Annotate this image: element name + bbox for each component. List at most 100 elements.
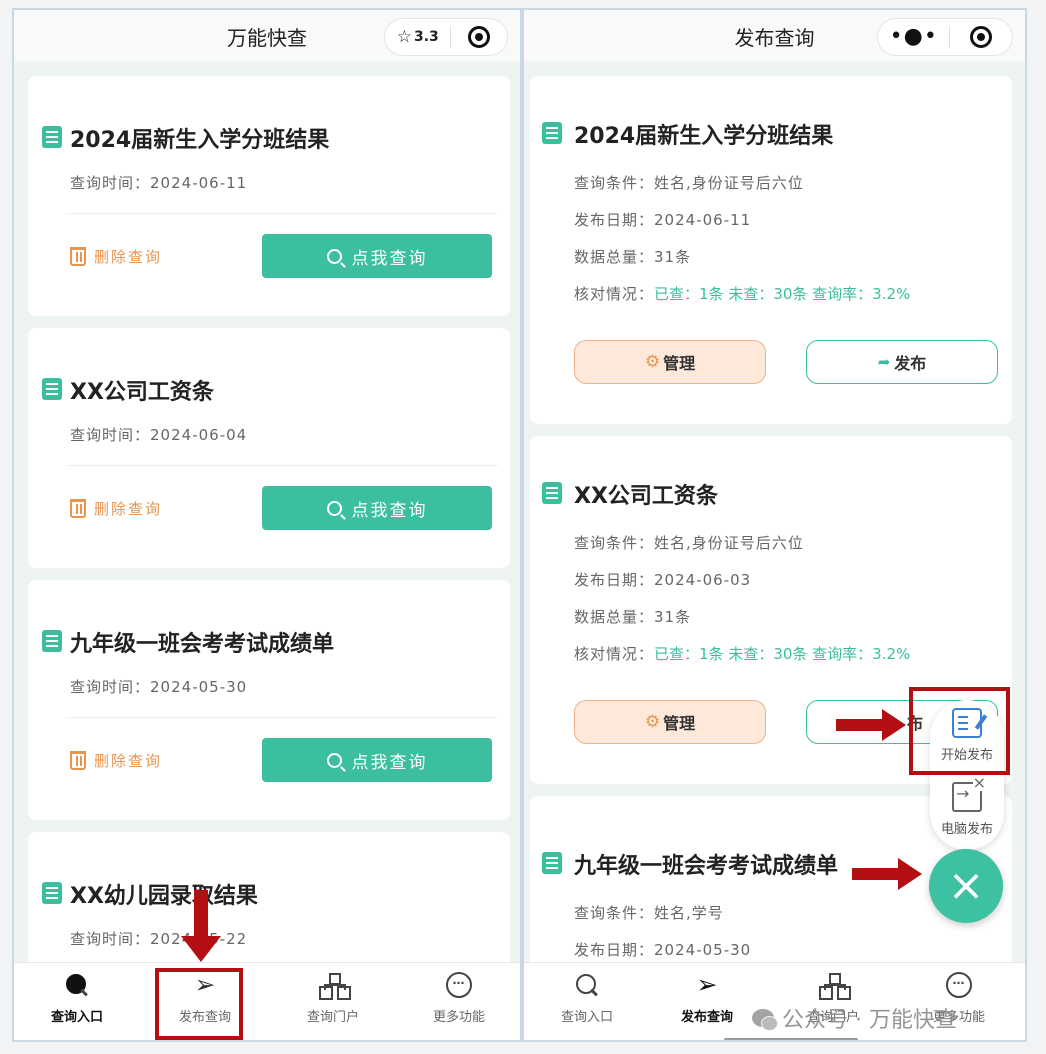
gear-icon: ⚙ bbox=[644, 352, 661, 372]
mini-program-capsule: •●• bbox=[877, 18, 1013, 56]
more-icon: ⋯ bbox=[946, 972, 972, 998]
left-navbar: 万能快查 ☆ 3.3 bbox=[14, 10, 520, 62]
more-options-button[interactable]: •●• bbox=[878, 19, 949, 55]
card-title: XX幼儿园录取结果 bbox=[70, 884, 258, 909]
document-icon bbox=[42, 378, 62, 400]
document-icon bbox=[42, 630, 62, 652]
close-mini-program-button[interactable] bbox=[950, 19, 1012, 55]
rating-value: 3.3 bbox=[413, 29, 439, 45]
query-card: 2024届新生入学分班结果 查询时间：2024-06-11 删除查询 点我查询 bbox=[28, 76, 510, 316]
arrow-shaft bbox=[194, 890, 208, 938]
meta-label: 数据总量： bbox=[574, 248, 655, 266]
tab-more-features[interactable]: ⋯ 更多功能 bbox=[396, 963, 520, 1033]
publish-date: 发布日期：2024-06-11 bbox=[574, 209, 751, 230]
query-time: 查询时间：2024-06-04 bbox=[70, 424, 247, 445]
meta-label: 数据总量： bbox=[574, 608, 655, 626]
delete-query-label: 删除查询 bbox=[94, 500, 163, 518]
meta-label: 查询条件： bbox=[574, 904, 655, 922]
star-icon: ☆ bbox=[396, 27, 412, 47]
tab-query-entry[interactable]: 查询入口 bbox=[14, 963, 140, 1033]
meta-label: 查询条件： bbox=[574, 174, 655, 192]
gear-icon: ⚙ bbox=[644, 712, 661, 732]
delete-query-button[interactable]: 删除查询 bbox=[70, 246, 162, 267]
more-icon: ⋯ bbox=[446, 972, 472, 998]
publish-button-label: 发布 bbox=[894, 354, 927, 373]
query-time: 查询时间：2024-06-11 bbox=[70, 172, 247, 193]
query-card: XX幼儿园录取结果 查询时间：2024-05-22 bbox=[28, 832, 510, 972]
right-navbar: 发布查询 •●• bbox=[524, 10, 1025, 62]
target-icon bbox=[970, 26, 993, 48]
org-icon bbox=[820, 972, 846, 998]
publish-button[interactable]: ➦ 发布 bbox=[806, 340, 998, 384]
manage-button[interactable]: ⚙ 管理 bbox=[574, 700, 766, 744]
delete-query-button[interactable]: 删除查询 bbox=[70, 498, 162, 519]
trash-icon bbox=[70, 751, 86, 770]
query-time: 查询时间：2024-05-30 bbox=[70, 676, 247, 697]
annotation-arrow-right bbox=[836, 709, 906, 741]
rating-button[interactable]: ☆ 3.3 bbox=[385, 19, 450, 55]
search-icon bbox=[326, 500, 342, 516]
query-button[interactable]: 点我查询 bbox=[262, 234, 492, 278]
watermark: 公众号 · 万能快查 bbox=[752, 1002, 957, 1034]
target-icon bbox=[468, 26, 491, 48]
share-icon: ➦ bbox=[877, 353, 891, 371]
query-card: XX公司工资条 查询时间：2024-06-04 删除查询 点我查询 bbox=[28, 328, 510, 568]
meta-label: 发布日期： bbox=[574, 211, 655, 229]
document-icon bbox=[42, 126, 62, 148]
meta-value: 姓名,身份证号后六位 bbox=[654, 174, 804, 192]
query-button[interactable]: 点我查询 bbox=[262, 486, 492, 530]
manage-button-label: 管理 bbox=[663, 714, 696, 733]
query-condition: 查询条件：姓名,学号 bbox=[574, 902, 724, 923]
check-status: 核对情况：已查：1条 未查：30条 查询率：3.2% bbox=[574, 643, 910, 664]
meta-value: 2024-05-30 bbox=[654, 941, 752, 959]
meta-label: 查询条件： bbox=[574, 534, 655, 552]
tab-bar: 查询入口 ➢ 发布查询 查询门户 ⋯ 更多功能 bbox=[14, 962, 520, 1040]
search-icon bbox=[574, 972, 600, 998]
published-query-card: 2024届新生入学分班结果 查询条件：姓名,身份证号后六位 发布日期：2024-… bbox=[530, 76, 1012, 424]
more-dots-icon: •●• bbox=[889, 24, 938, 49]
card-title: 2024届新生入学分班结果 bbox=[574, 124, 834, 149]
meta-label: 发布日期： bbox=[574, 941, 655, 959]
delete-query-button[interactable]: 删除查询 bbox=[70, 750, 162, 771]
meta-value: 姓名,身份证号后六位 bbox=[654, 534, 804, 552]
query-condition: 查询条件：姓名,身份证号后六位 bbox=[574, 532, 804, 553]
meta-label: 发布日期： bbox=[574, 571, 655, 589]
pc-publish-button[interactable]: 电脑发布 bbox=[930, 774, 1004, 842]
meta-value: 2024-06-11 bbox=[654, 211, 752, 229]
tab-label: 查询门户 bbox=[306, 1010, 359, 1025]
close-mini-program-button[interactable] bbox=[451, 19, 507, 55]
document-icon bbox=[42, 882, 62, 904]
tab-query-entry[interactable]: 查询入口 bbox=[524, 963, 650, 1033]
delete-query-label: 删除查询 bbox=[94, 248, 163, 266]
query-card: 九年级一班会考考试成绩单 查询时间：2024-05-30 删除查询 点我查询 bbox=[28, 580, 510, 820]
query-button[interactable]: 点我查询 bbox=[262, 738, 492, 782]
tab-query-portal[interactable]: 查询门户 bbox=[270, 963, 396, 1033]
fab-label: 电脑发布 bbox=[940, 821, 993, 837]
left-screen: 万能快查 ☆ 3.3 2024届新生入学分班结果 查询时间：2024-06-11… bbox=[12, 8, 522, 1042]
home-indicator bbox=[724, 1038, 858, 1040]
annotation-box-start-publish bbox=[909, 687, 1010, 775]
meta-label: 核对情况： bbox=[574, 285, 655, 303]
org-icon bbox=[320, 972, 346, 998]
fab-close-button[interactable]: × bbox=[929, 849, 1003, 923]
mini-program-capsule: ☆ 3.3 bbox=[384, 18, 508, 56]
publish-date: 发布日期：2024-05-30 bbox=[574, 939, 751, 960]
manage-button[interactable]: ⚙ 管理 bbox=[574, 340, 766, 384]
card-title: 2024届新生入学分班结果 bbox=[70, 128, 330, 153]
meta-value: 31条 bbox=[654, 248, 692, 266]
annotation-arrow-down bbox=[181, 890, 221, 962]
query-time-label: 查询时间： bbox=[70, 678, 151, 696]
document-icon bbox=[542, 122, 562, 144]
arrow-head bbox=[181, 936, 221, 962]
tab-label: 更多功能 bbox=[432, 1010, 485, 1025]
query-button-label: 点我查询 bbox=[351, 500, 428, 521]
meta-value: 31条 bbox=[654, 608, 692, 626]
pc-import-icon bbox=[952, 774, 986, 812]
card-title: 九年级一班会考考试成绩单 bbox=[574, 854, 839, 879]
data-total: 数据总量：31条 bbox=[574, 606, 691, 627]
meta-value: 2024-06-03 bbox=[654, 571, 752, 589]
document-icon bbox=[542, 482, 562, 504]
tab-label: 查询入口 bbox=[50, 1010, 103, 1025]
trash-icon bbox=[70, 247, 86, 266]
card-title: XX公司工资条 bbox=[574, 484, 718, 509]
